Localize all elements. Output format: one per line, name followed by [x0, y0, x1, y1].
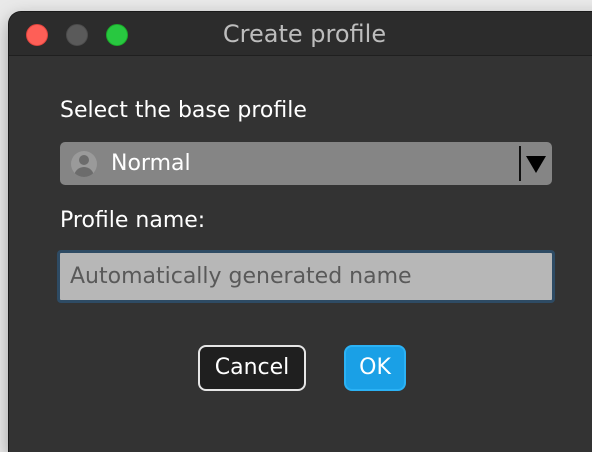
window-title: Create profile: [222, 20, 387, 48]
cancel-button[interactable]: Cancel: [198, 345, 306, 391]
profile-name-label: Profile name:: [60, 208, 206, 233]
create-profile-dialog: Create profile Select the base profile N…: [9, 12, 592, 452]
ok-button[interactable]: OK: [344, 345, 406, 391]
profile-name-input[interactable]: [57, 250, 555, 303]
base-profile-label: Select the base profile: [60, 98, 307, 123]
base-profile-dropdown[interactable]: Normal: [60, 142, 552, 185]
title-bar: Create profile: [9, 12, 592, 56]
profile-avatar-icon: [71, 151, 97, 177]
base-profile-selected: Normal: [111, 151, 191, 176]
dropdown-divider: [519, 146, 521, 181]
dropdown-arrow-icon[interactable]: [526, 156, 546, 173]
